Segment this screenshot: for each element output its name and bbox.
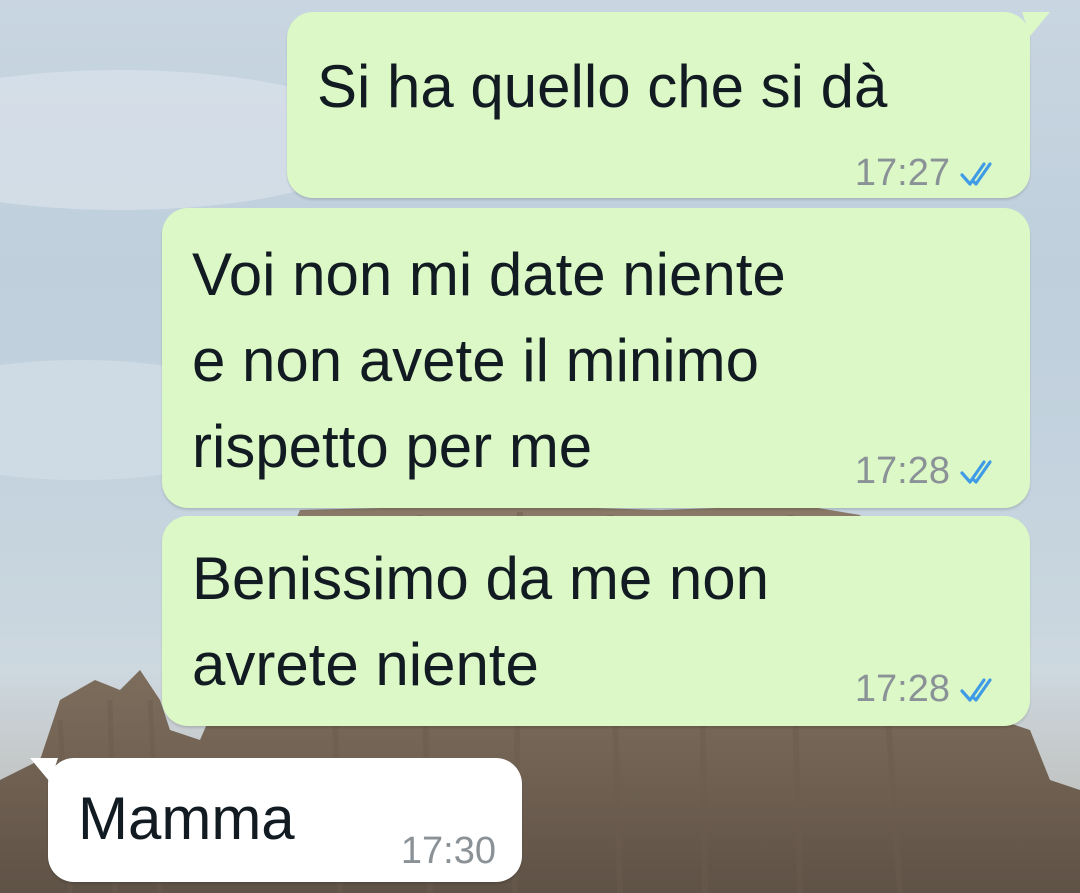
bubble-tail bbox=[30, 758, 58, 782]
message-text: Mamma bbox=[78, 785, 295, 852]
message-text: Benissimo da me non avrete niente bbox=[192, 545, 769, 698]
message-time: 17:28 bbox=[854, 450, 950, 492]
message-time: 17:28 bbox=[854, 668, 950, 710]
double-check-read-icon bbox=[960, 459, 992, 484]
message-meta: 17:27 bbox=[855, 152, 1004, 195]
bubble-tail bbox=[1022, 12, 1050, 36]
message-meta: 17:28 bbox=[855, 450, 1004, 493]
message-meta: 17:28 bbox=[855, 668, 1004, 711]
double-check-read-icon bbox=[960, 677, 992, 702]
message-time: 17:27 bbox=[854, 152, 950, 194]
message-meta: 17:30 bbox=[401, 830, 496, 873]
incoming-message[interactable]: Mamma 17:30 bbox=[48, 758, 522, 882]
outgoing-message[interactable]: Si ha quello che si dà 17:27 bbox=[287, 12, 1030, 198]
message-text: Si ha quello che si dà bbox=[317, 53, 888, 120]
message-time: 17:30 bbox=[400, 830, 496, 872]
double-check-read-icon bbox=[960, 161, 992, 186]
outgoing-message[interactable]: Benissimo da me non avrete niente 17:28 bbox=[162, 516, 1030, 726]
message-text: Voi non mi date niente e non avete il mi… bbox=[192, 241, 786, 480]
outgoing-message[interactable]: Voi non mi date niente e non avete il mi… bbox=[162, 208, 1030, 508]
